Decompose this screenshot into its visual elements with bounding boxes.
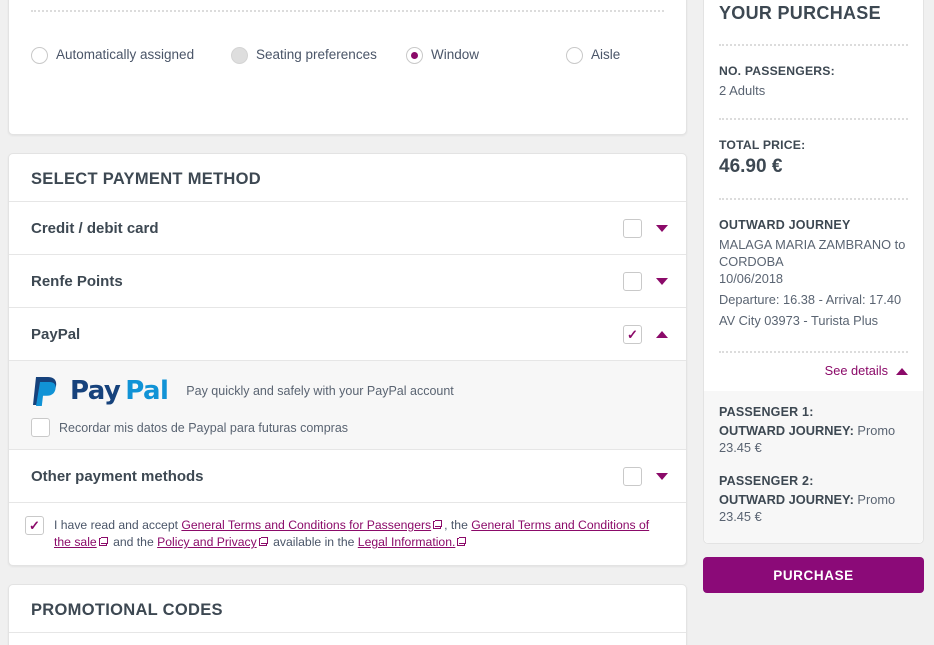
outward-journey-route: MALAGA MARIA ZAMBRANO to CORDOBA xyxy=(719,237,906,269)
see-details-toggle[interactable]: See details xyxy=(719,353,908,391)
checkbox-renfe-points[interactable]: ✓ xyxy=(623,271,642,291)
paypal-details-panel: Pay Pal Pay quickly and safely with your … xyxy=(9,361,686,450)
checkbox-other-payment-methods[interactable]: ✓ xyxy=(623,466,642,486)
outward-journey-train: AV City 03973 - Turista Plus xyxy=(719,313,879,328)
payment-method-label: Credit / debit card xyxy=(31,219,159,237)
seating-options-row: Automatically assigned Seating preferenc… xyxy=(31,46,664,64)
paypal-tagline: Pay quickly and safely with your PayPal … xyxy=(186,384,454,398)
seating-option-label: Window xyxy=(431,47,480,62)
summary-divider xyxy=(719,118,908,120)
payment-section-title: SELECT PAYMENT METHOD xyxy=(9,154,686,202)
outward-journey-times: Departure: 16.38 - Arrival: 17.40 xyxy=(719,292,902,307)
external-link-icon xyxy=(457,537,467,546)
external-link-icon xyxy=(258,537,268,546)
radio-seating-preferences-icon[interactable] xyxy=(231,47,248,64)
radio-aisle-icon[interactable] xyxy=(566,47,583,64)
terms-mid2: and the xyxy=(109,535,158,549)
outward-journey-title: OUTWARD JOURNEY xyxy=(719,218,851,232)
radio-automatically-assigned-icon[interactable] xyxy=(31,47,48,64)
seating-option-window[interactable]: Window xyxy=(406,46,566,64)
promo-item-renfe-balearia[interactable]: RENFE BALEARIA ✓ xyxy=(9,633,686,645)
checkbox-paypal[interactable]: ✓ xyxy=(623,324,642,344)
link-legal-information[interactable]: Legal Information. xyxy=(358,535,456,549)
summary-card: YOUR PURCHASE NO. PASSENGERS: 2 Adults T… xyxy=(703,0,924,544)
chevron-up-icon xyxy=(896,368,908,376)
seating-option-aisle[interactable]: Aisle xyxy=(566,46,620,64)
terms-text: I have read and accept General Terms and… xyxy=(54,516,668,551)
paypal-logo: Pay Pal xyxy=(31,375,169,407)
passenger-1-fare: OUTWARD JOURNEY: Promo 23.45 € xyxy=(719,422,908,456)
payment-method-label: PayPal xyxy=(31,325,81,343)
total-price-value: 46.90 € xyxy=(719,156,783,177)
seating-option-label: Automatically assigned xyxy=(56,47,195,62)
passenger-spacer xyxy=(719,456,908,474)
passengers-count-label: NO. PASSENGERS: xyxy=(719,64,835,78)
external-link-icon xyxy=(433,520,443,529)
passenger-fares-block: PASSENGER 1: OUTWARD JOURNEY: Promo 23.4… xyxy=(704,391,923,543)
chevron-down-icon[interactable] xyxy=(656,472,668,480)
checkout-page: Automatically assigned Seating preferenc… xyxy=(0,0,934,645)
purchase-summary-sidebar: YOUR PURCHASE NO. PASSENGERS: 2 Adults T… xyxy=(695,0,934,645)
link-general-terms-passengers[interactable]: General Terms and Conditions for Passeng… xyxy=(181,518,431,532)
payment-method-paypal[interactable]: PayPal ✓ xyxy=(9,308,686,361)
passenger-2-journey-label: OUTWARD JOURNEY: xyxy=(719,492,854,507)
promo-section-title: PROMOTIONAL CODES xyxy=(9,585,686,633)
seating-option-label: Aisle xyxy=(591,47,621,62)
terms-acceptance-row: ✓ I have read and accept General Terms a… xyxy=(9,503,686,565)
see-details-label: See details xyxy=(824,363,888,378)
payment-method-other[interactable]: Other payment methods ✓ xyxy=(9,450,686,503)
summary-divider xyxy=(719,198,908,200)
summary-divider xyxy=(719,44,908,46)
payment-method-card: SELECT PAYMENT METHOD Credit / debit car… xyxy=(8,153,687,566)
passenger-1-name: PASSENGER 1: xyxy=(719,405,814,419)
paypal-logo-pal-text: Pal xyxy=(125,376,169,406)
checkbox-remember-paypal-data[interactable]: ✓ xyxy=(31,418,50,437)
paypal-p-icon xyxy=(33,377,57,406)
checkbox-credit-debit-card[interactable]: ✓ xyxy=(623,218,642,238)
radio-window-icon[interactable] xyxy=(406,47,423,64)
link-policy-and-privacy[interactable]: Policy and Privacy xyxy=(157,535,257,549)
external-link-icon xyxy=(98,537,108,546)
chevron-up-icon[interactable] xyxy=(656,330,668,338)
terms-mid1: , the xyxy=(444,518,472,532)
summary-title: YOUR PURCHASE xyxy=(719,3,881,23)
total-price-label: TOTAL PRICE: xyxy=(719,138,806,152)
seating-preference-card: Automatically assigned Seating preferenc… xyxy=(8,0,687,135)
seating-option-label: Seating preferences xyxy=(256,47,377,62)
passenger-1-journey-label: OUTWARD JOURNEY: xyxy=(719,423,854,438)
chevron-down-icon[interactable] xyxy=(656,277,668,285)
passengers-count-value: 2 Adults xyxy=(719,83,766,98)
purchase-button[interactable]: PURCHASE xyxy=(703,557,924,593)
checkbox-accept-terms[interactable]: ✓ xyxy=(25,516,44,535)
outward-journey-date: 10/06/2018 xyxy=(719,271,784,286)
payment-method-renfe-points[interactable]: Renfe Points ✓ xyxy=(9,255,686,308)
payment-method-label: Renfe Points xyxy=(31,272,123,290)
payment-method-label: Other payment methods xyxy=(31,467,204,485)
seating-option-seating-preferences[interactable]: Seating preferences xyxy=(231,46,406,64)
paypal-header-row: Pay Pal Pay quickly and safely with your … xyxy=(31,375,664,407)
paypal-remember-row[interactable]: ✓ Recordar mis datos de Paypal para futu… xyxy=(31,418,664,437)
passenger-2-name: PASSENGER 2: xyxy=(719,474,814,488)
main-content: Automatically assigned Seating preferenc… xyxy=(0,0,695,645)
seating-divider xyxy=(31,10,664,12)
terms-prefix: I have read and accept xyxy=(54,518,182,532)
passenger-2-fare: OUTWARD JOURNEY: Promo 23.45 € xyxy=(719,491,908,525)
paypal-logo-pay-text: Pay xyxy=(70,376,121,406)
payment-method-credit-debit-card[interactable]: Credit / debit card ✓ xyxy=(9,202,686,255)
terms-mid3: available in the xyxy=(269,535,358,549)
seating-option-automatically-assigned[interactable]: Automatically assigned xyxy=(31,46,231,64)
chevron-down-icon[interactable] xyxy=(656,224,668,232)
promotional-codes-card: PROMOTIONAL CODES RENFE BALEARIA ✓ xyxy=(8,584,687,645)
paypal-remember-label: Recordar mis datos de Paypal para futura… xyxy=(59,420,349,435)
